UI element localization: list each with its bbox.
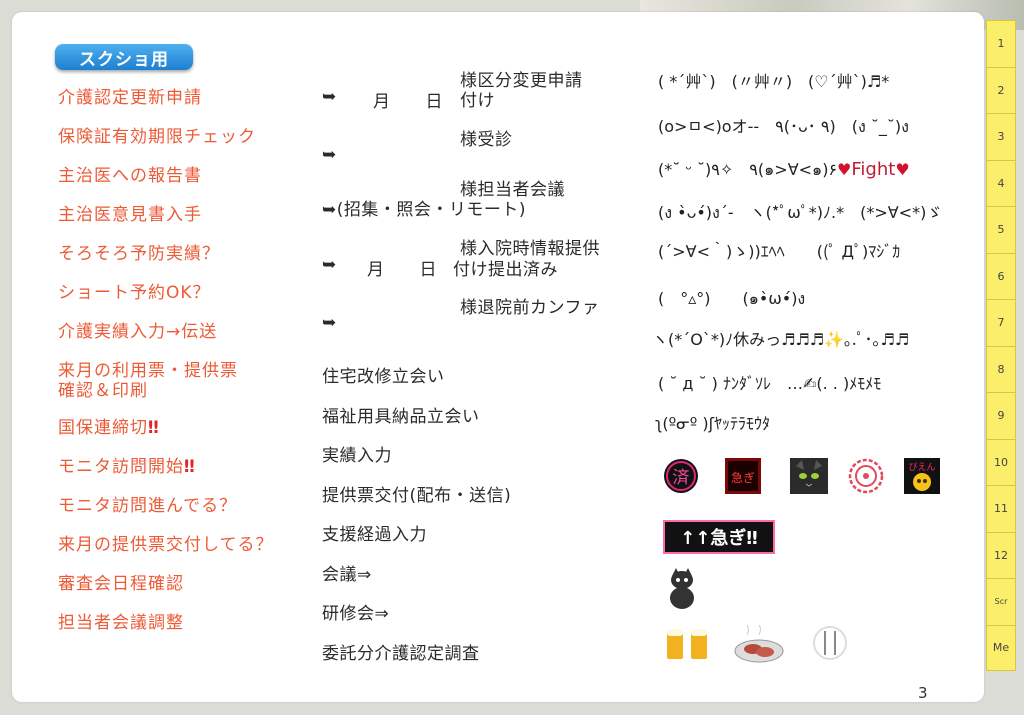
reminder-item: 主治医意見書入手 <box>58 205 308 244</box>
template-line: ➥(招集・照会・リモート) <box>322 200 527 220</box>
tab-1[interactable]: 1 <box>986 20 1016 67</box>
reminder-text: モニタ訪問開始 <box>58 457 184 477</box>
fight-text: Fight <box>851 159 896 180</box>
reminder-item: 担当者会議調整 <box>58 613 308 652</box>
heart-icon: ♥ <box>837 160 852 179</box>
tab-12[interactable]: 12 <box>986 531 1016 578</box>
tab-me[interactable]: Me <box>986 624 1016 671</box>
reminder-item: 国保連締切‼ <box>58 418 308 457</box>
reminder-text: モニタ訪問進んでる？ <box>58 496 238 516</box>
task-item: 支援経過入力 <box>322 525 427 545</box>
tab-4[interactable]: 4 <box>986 159 1016 206</box>
template-sub: 付け提出済み <box>453 260 558 280</box>
reminder-item: モニタ訪問開始‼ <box>58 457 308 496</box>
task-item: 研修会⇒ <box>322 604 390 624</box>
task-item: 提供票交付(配布・送信) <box>322 486 512 506</box>
reminder-item: ショート予約OK？ <box>58 283 308 322</box>
screenshot-badge: スクショ用 <box>55 44 193 70</box>
isogi-banner[interactable]: ↑↑急ぎ‼ <box>663 520 775 554</box>
heart-icon: ♥ <box>895 160 910 179</box>
tab-scr[interactable]: Scr <box>986 578 1016 625</box>
reminder-item: 来月の利用票・提供票 確認＆印刷 <box>58 361 308 418</box>
task-item: 会議⇒ <box>322 565 372 585</box>
arrow-icon: ➥ <box>322 313 337 333</box>
reminder-text: 主治医への報告書 <box>58 166 202 186</box>
tab-7[interactable]: 7 <box>986 299 1016 346</box>
reminder-text: 保険証有効期限チェック <box>58 127 256 147</box>
reminder-item: 介護認定更新申請 <box>58 88 308 127</box>
task-item: 住宅改修立会い <box>322 367 445 387</box>
exclamation-icon: ‼ <box>148 418 160 438</box>
kaomoji[interactable]: ʅ(ºᓂº )ʃﾔｯﾃﾗﾓｳﾀ <box>655 410 770 434</box>
kaomoji[interactable]: ( ˘ д ˘ ) ﾅﾝﾀﾞｿﾚ …✍(. . )ﾒﾓﾒﾓ <box>658 370 881 394</box>
arrow-icon: ➥ <box>322 87 337 107</box>
reminder-text: 審査会日程確認 <box>58 574 184 594</box>
beer-cheers-icon[interactable] <box>664 623 712 669</box>
task-item: 実績入力 <box>322 446 392 466</box>
sumi-label: 済 <box>673 468 690 488</box>
tab-9[interactable]: 9 <box>986 392 1016 439</box>
reminder-text: 国保連締切 <box>58 418 148 438</box>
exclamation-icon: ‼ <box>184 457 196 477</box>
kaomoji-text: (*˘ ᵕ ˘)٩ ✧٩(๑>∀<๑)۶ <box>658 160 838 179</box>
task-item: 委託分介護認定調査 <box>322 644 480 664</box>
reminder-text: そろそろ予防実績？ <box>58 244 220 264</box>
task-item: 福祉用具納品立会い <box>322 407 480 427</box>
tab-6[interactable]: 6 <box>986 252 1016 299</box>
reminder-item: そろそろ予防実績？ <box>58 244 308 283</box>
tab-5[interactable]: 5 <box>986 206 1016 253</box>
reminder-item: モニタ訪問進んでる？ <box>58 496 308 535</box>
kaomoji[interactable]: (ง •̀ᴗ•́)ง´- ヽ(*ﾟωﾟ*)ﾉ.* (*>∀<*)ゞ <box>658 199 942 226</box>
reminder-text: 介護認定更新申請 <box>58 88 202 108</box>
reminder-list: 介護認定更新申請保険証有効期限チェック 主治医への報告書 主治医意見書入手 そろそろ予… <box>58 88 308 652</box>
reminder-text: 担当者会議調整 <box>58 613 184 633</box>
reminder-text: 主治医意見書入手 <box>58 205 202 225</box>
pien-label: ぴえん <box>908 462 935 473</box>
kaomoji[interactable]: ( °▵°) (๑•̀ω•́)ง <box>658 285 805 312</box>
black-cat-icon[interactable] <box>664 568 698 614</box>
sumi-stamp-sticker[interactable]: 済 <box>663 458 699 498</box>
template-title: 様退院前カンファ <box>460 298 600 318</box>
reminder-text: 介護実績入力→伝送 <box>58 322 218 342</box>
index-tabs: 1 2 3 4 5 6 7 8 9 10 11 12 Scr Me <box>986 20 1016 671</box>
reminder-item: 介護実績入力→伝送 <box>58 322 308 361</box>
kaomoji[interactable]: ヽ(*´O`*)ﾉ休みっ♬♬♬✨｡.ﾟ･｡♬♬ <box>652 326 909 350</box>
seal-stamp-sticker[interactable] <box>848 458 884 498</box>
template-sub: 付け <box>460 91 495 111</box>
kaomoji[interactable]: (o>ㅁ<)oオ-- ٩(･ᴗ･ ٩) (ง ˘_˘)ง <box>658 113 909 140</box>
isogi-label: 急ぎ <box>731 470 755 485</box>
page-number: 3 <box>918 684 928 702</box>
tab-2[interactable]: 2 <box>986 66 1016 113</box>
tab-11[interactable]: 11 <box>986 485 1016 532</box>
date-blank: 月 日 <box>373 92 443 112</box>
arrow-icon: ➥ <box>322 145 337 165</box>
reminder-text: 来月の提供票交付してる？ <box>58 535 274 555</box>
kaomoji[interactable]: (´>∀<｀)ゝ))ｴﾍﾍ ((ﾟ Дﾟ)ﾏｼﾞｶ <box>658 238 900 262</box>
kaomoji[interactable]: ( *´艸`) (〃艸〃) (♡´艸`)♬* <box>658 68 889 92</box>
fork-knife-icon[interactable] <box>812 625 848 665</box>
isogi-stamp-sticker[interactable]: 急ぎ <box>725 458 761 498</box>
reminder-text: ショート予約OK？ <box>58 283 211 303</box>
tab-8[interactable]: 8 <box>986 345 1016 392</box>
arrow-icon: ➥ <box>322 255 337 275</box>
kaomoji[interactable]: (*˘ ᵕ ˘)٩ ✧٩(๑>∀<๑)۶♥Fight♥ <box>658 156 910 183</box>
pien-emoji-sticker[interactable]: ぴえん <box>904 458 940 498</box>
cat-face-sticker[interactable] <box>790 458 828 498</box>
reminder-item: 審査会日程確認 <box>58 574 308 613</box>
date-blank: 月 日 <box>367 260 437 280</box>
tab-3[interactable]: 3 <box>986 113 1016 160</box>
yakiniku-icon[interactable] <box>733 624 785 669</box>
tab-10[interactable]: 10 <box>986 438 1016 485</box>
reminder-item: 保険証有効期限チェック <box>58 127 308 166</box>
reminder-item: 来月の提供票交付してる？ <box>58 535 308 574</box>
template-title: 様受診 <box>460 130 513 150</box>
reminder-text: 来月の利用票・提供票 確認＆印刷 <box>58 361 238 401</box>
reminder-item: 主治医への報告書 <box>58 166 308 205</box>
